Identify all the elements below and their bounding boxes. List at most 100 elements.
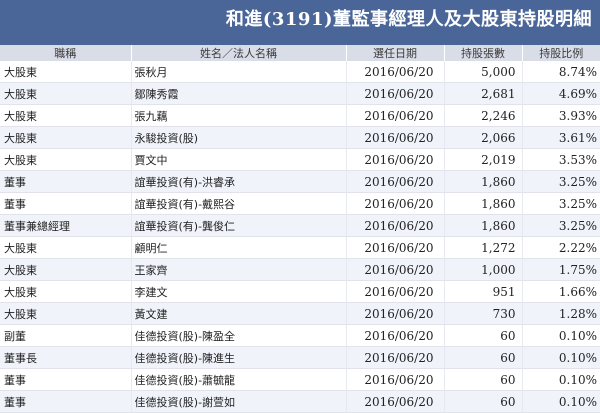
cell-name: 佳德投資(股)-謝萱如 (130, 390, 346, 413)
cell-name: 李建文 (130, 280, 346, 303)
table-row: 董事 佳德投資(股)-謝萱如 2016/06/20 60 0.10% (0, 390, 600, 413)
cell-title: 大股東 (0, 148, 131, 171)
cell-ratio: 3.25% (521, 192, 600, 215)
cell-ratio: 1.66% (521, 280, 600, 303)
table-row: 董事兼總經理 誼華投資(有)-龔俊仁 2016/06/20 1,860 3.25% (0, 214, 600, 237)
cell-date: 2016/06/20 (345, 280, 444, 303)
cell-name: 鄒陳秀霞 (130, 82, 346, 105)
column-header-name: 姓名／法人名稱 (130, 45, 346, 61)
cell-date: 2016/06/20 (345, 170, 444, 193)
cell-ratio: 3.25% (521, 170, 600, 193)
cell-shares: 1,860 (443, 170, 522, 193)
cell-shares: 951 (443, 280, 522, 303)
table-row: 董事長 佳德投資(股)-陳進生 2016/06/20 60 0.10% (0, 346, 600, 369)
table-row: 大股東 李建文 2016/06/20 951 1.66% (0, 280, 600, 303)
cell-date: 2016/06/20 (345, 346, 444, 369)
cell-ratio: 3.93% (521, 104, 600, 127)
cell-title: 董事長 (0, 346, 131, 369)
cell-name: 佳德投資(股)-陳盈全 (130, 324, 346, 347)
cell-shares: 60 (443, 346, 522, 369)
cell-ratio: 2.22% (521, 236, 600, 259)
cell-title: 大股東 (0, 236, 131, 259)
cell-name: 佳德投資(股)-陳進生 (130, 346, 346, 369)
cell-title: 董事 (0, 368, 131, 391)
cell-ratio: 0.10% (521, 390, 600, 413)
cell-name: 誼華投資(有)-洪睿承 (130, 170, 346, 193)
cell-title: 大股東 (0, 126, 131, 149)
cell-ratio: 8.74% (521, 61, 600, 83)
cell-ratio: 3.53% (521, 148, 600, 171)
table-row: 副董 佳德投資(股)-陳盈全 2016/06/20 60 0.10% (0, 324, 600, 347)
cell-title: 大股東 (0, 280, 131, 303)
cell-date: 2016/06/20 (345, 192, 444, 215)
cell-date: 2016/06/20 (345, 214, 444, 237)
cell-name: 張秋月 (130, 61, 346, 83)
cell-ratio: 0.10% (521, 368, 600, 391)
cell-date: 2016/06/20 (345, 126, 444, 149)
cell-shares: 60 (443, 324, 522, 347)
table-row: 董事 佳德投資(股)-蕭毓龍 2016/06/20 60 0.10% (0, 368, 600, 391)
table-row: 大股東 黃文建 2016/06/20 730 1.28% (0, 302, 600, 325)
cell-ratio: 3.61% (521, 126, 600, 149)
cell-name: 誼華投資(有)-龔俊仁 (130, 214, 346, 237)
cell-shares: 2,681 (443, 82, 522, 105)
cell-ratio: 0.10% (521, 324, 600, 347)
cell-shares: 1,000 (443, 258, 522, 281)
cell-date: 2016/06/20 (345, 324, 444, 347)
table-row: 董事 誼華投資(有)-戴熙谷 2016/06/20 1,860 3.25% (0, 192, 600, 215)
cell-shares: 2,246 (443, 104, 522, 127)
cell-date: 2016/06/20 (345, 148, 444, 171)
cell-date: 2016/06/20 (345, 302, 444, 325)
cell-shares: 60 (443, 368, 522, 391)
cell-name: 張九藕 (130, 104, 346, 127)
table-row: 大股東 永駿投資(股) 2016/06/20 2,066 3.61% (0, 126, 600, 149)
cell-ratio: 4.69% (521, 82, 600, 105)
cell-date: 2016/06/20 (345, 104, 444, 127)
cell-title: 大股東 (0, 61, 131, 83)
shareholding-table: 職稱 姓名／法人名稱 選任日期 持股張數 持股比例 大股東 張秋月 2016/06/… (0, 45, 600, 413)
table-row: 董事 誼華投資(有)-洪睿承 2016/06/20 1,860 3.25% (0, 170, 600, 193)
title-banner: 和進(3191)董監事經理人及大股東持股明細 (0, 0, 600, 45)
cell-title: 大股東 (0, 258, 131, 281)
cell-shares: 2,019 (443, 148, 522, 171)
column-header-date: 選任日期 (345, 45, 444, 61)
cell-title: 董事 (0, 390, 131, 413)
cell-name: 誼華投資(有)-戴熙谷 (130, 192, 346, 215)
column-header-shares: 持股張數 (443, 45, 522, 61)
cell-shares: 1,272 (443, 236, 522, 259)
cell-ratio: 1.75% (521, 258, 600, 281)
column-header-title: 職稱 (0, 45, 131, 61)
cell-ratio: 1.28% (521, 302, 600, 325)
cell-shares: 730 (443, 302, 522, 325)
table-row: 大股東 張九藕 2016/06/20 2,246 3.93% (0, 104, 600, 127)
cell-shares: 1,860 (443, 192, 522, 215)
cell-date: 2016/06/20 (345, 258, 444, 281)
cell-date: 2016/06/20 (345, 236, 444, 259)
cell-ratio: 3.25% (521, 214, 600, 237)
cell-name: 永駿投資(股) (130, 126, 346, 149)
cell-name: 賈文中 (130, 148, 346, 171)
cell-shares: 1,860 (443, 214, 522, 237)
table-row: 大股東 顧明仁 2016/06/20 1,272 2.22% (0, 236, 600, 259)
cell-title: 董事兼總經理 (0, 214, 131, 237)
table-row: 大股東 鄒陳秀霞 2016/06/20 2,681 4.69% (0, 82, 600, 105)
cell-name: 顧明仁 (130, 236, 346, 259)
cell-date: 2016/06/20 (345, 82, 444, 105)
table-header-row: 職稱 姓名／法人名稱 選任日期 持股張數 持股比例 (0, 45, 600, 61)
cell-shares: 5,000 (443, 61, 522, 83)
cell-date: 2016/06/20 (345, 61, 444, 83)
cell-date: 2016/06/20 (345, 390, 444, 413)
cell-title: 副董 (0, 324, 131, 347)
cell-ratio: 0.10% (521, 346, 600, 369)
cell-name: 佳德投資(股)-蕭毓龍 (130, 368, 346, 391)
cell-title: 大股東 (0, 302, 131, 325)
cell-title: 大股東 (0, 82, 131, 105)
table-row: 大股東 賈文中 2016/06/20 2,019 3.53% (0, 148, 600, 171)
cell-title: 董事 (0, 192, 131, 215)
page-title: 和進(3191)董監事經理人及大股東持股明細 (225, 9, 592, 30)
column-header-ratio: 持股比例 (521, 45, 600, 61)
cell-title: 董事 (0, 170, 131, 193)
table-row: 大股東 王家齊 2016/06/20 1,000 1.75% (0, 258, 600, 281)
cell-shares: 2,066 (443, 126, 522, 149)
cell-name: 王家齊 (130, 258, 346, 281)
